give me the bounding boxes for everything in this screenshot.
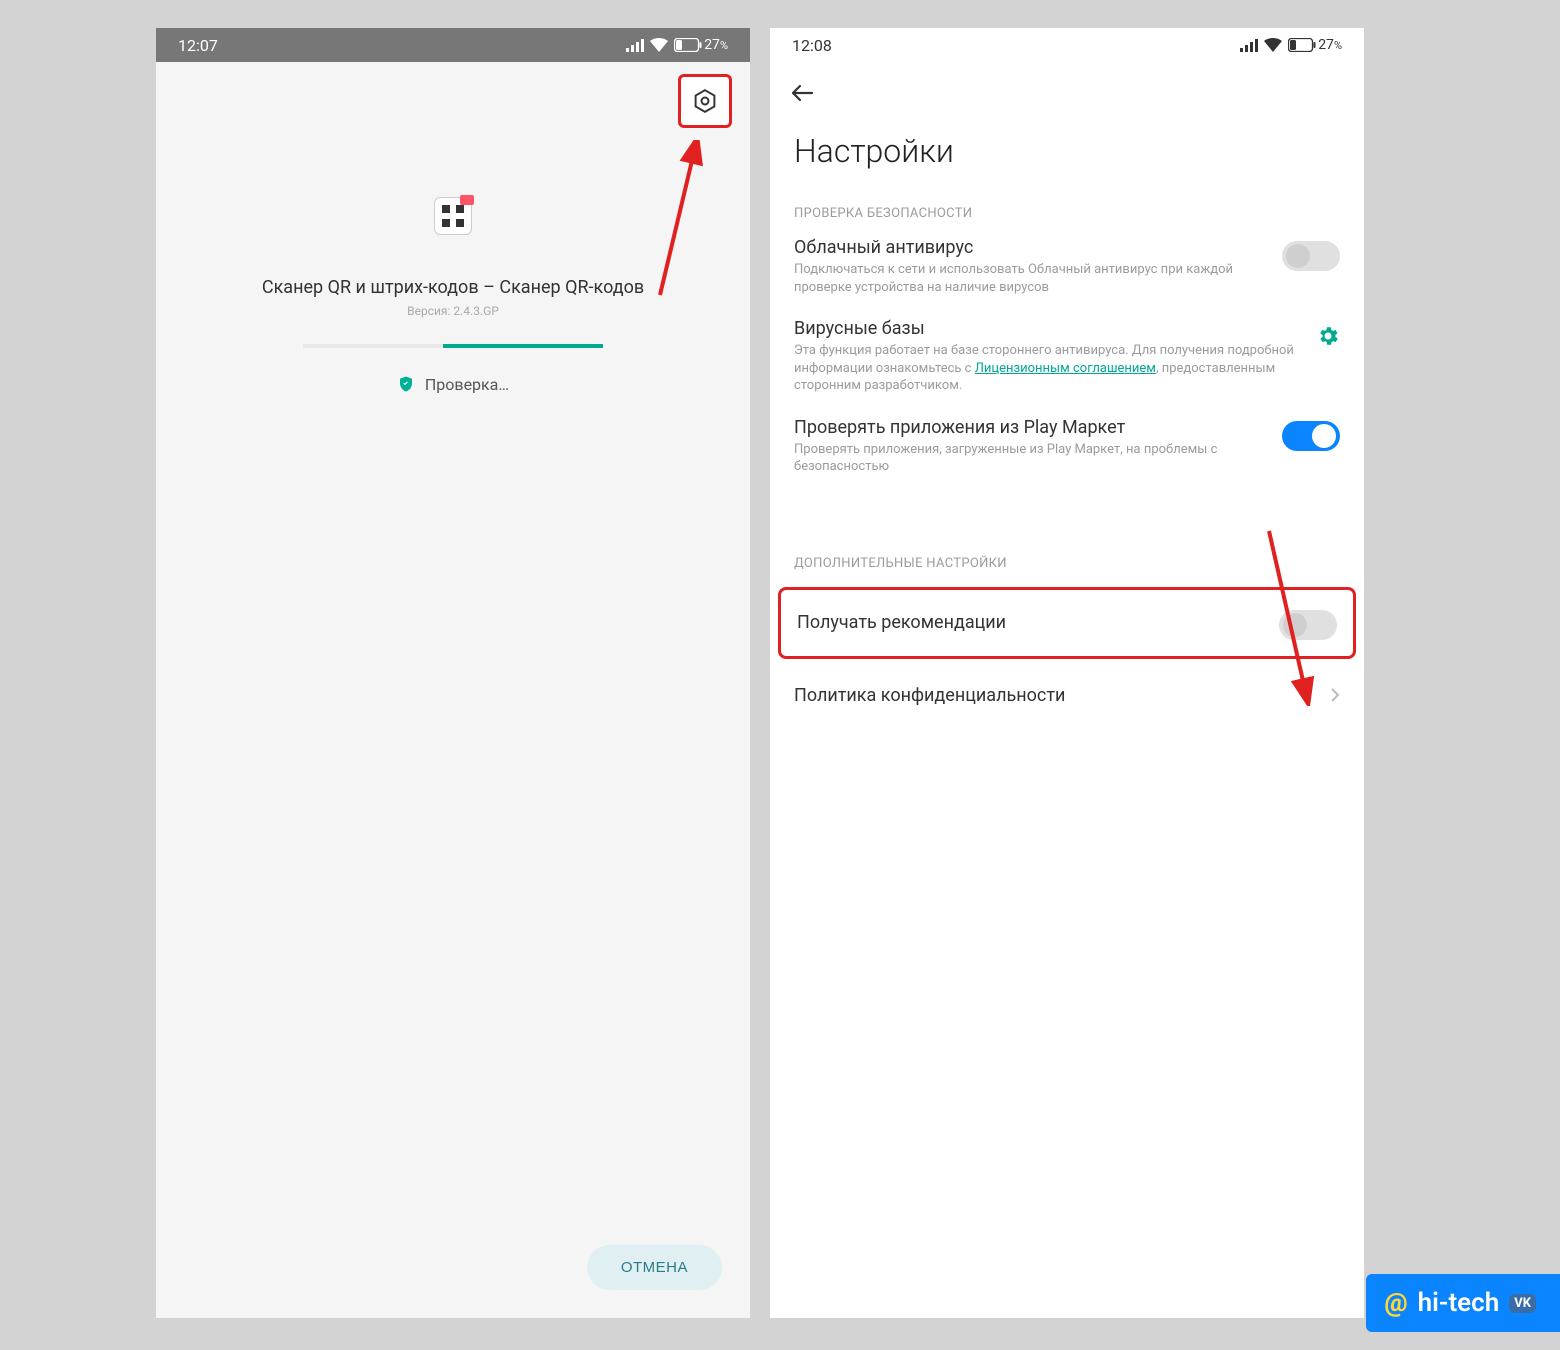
app-info-block: Сканер QR и штрих-кодов – Сканер QR-кодо… (156, 62, 750, 394)
phone-settings: 12:08 27% Настройки ПРОВЕРКА БЕЗОПАСНОСТ (770, 28, 1364, 1318)
vk-badge: VK (1509, 1294, 1536, 1313)
setting-recommendations[interactable]: Получать рекомендации (778, 587, 1356, 659)
toggle-play-market[interactable] (1282, 421, 1340, 451)
setting-sub: Проверять приложения, загруженные из Pla… (794, 441, 1268, 476)
chevron-right-icon (1330, 687, 1340, 707)
at-symbol: @ (1384, 1288, 1407, 1318)
setting-title: Получать рекомендации (797, 612, 1006, 633)
status-bar: 12:07 27% (156, 28, 750, 62)
setting-sub: Эта функция работает на базе стороннего … (794, 342, 1302, 395)
setting-privacy-policy[interactable]: Политика конфиденциальности (770, 669, 1364, 725)
battery-indicator: 27% (674, 37, 728, 53)
settings-button[interactable] (678, 74, 732, 128)
status-icons: 27% (1240, 37, 1342, 53)
wifi-icon (1264, 38, 1282, 52)
watermark: @ hi-tech VK (1366, 1274, 1560, 1332)
arrow-left-icon (790, 84, 814, 102)
wifi-icon (650, 38, 668, 52)
status-bar: 12:08 27% (770, 28, 1364, 62)
setting-cloud-antivirus[interactable]: Облачный антивирус Подключаться к сети и… (770, 237, 1364, 318)
section-additional: ДОПОЛНИТЕЛЬНЫЕ НАСТРОЙКИ (770, 548, 1364, 587)
section-security: ПРОВЕРКА БЕЗОПАСНОСТИ (770, 198, 1364, 237)
gear-icon[interactable] (1316, 324, 1340, 352)
shield-icon (397, 374, 415, 394)
checking-status: Проверка… (397, 374, 509, 394)
gear-hex-icon (692, 88, 718, 114)
status-time: 12:08 (792, 36, 832, 55)
license-link[interactable]: Лицензионным соглашением (975, 361, 1156, 376)
toggle-cloud-antivirus[interactable] (1282, 241, 1340, 271)
qr-code-icon (442, 205, 464, 227)
back-button[interactable] (770, 62, 1364, 114)
app-icon (434, 197, 472, 235)
setting-play-market[interactable]: Проверять приложения из Play Маркет Пров… (770, 417, 1364, 498)
toggle-recommendations[interactable] (1279, 610, 1337, 640)
battery-indicator: 27% (1288, 37, 1342, 53)
setting-title: Облачный антивирус (794, 237, 1268, 258)
scan-progress (303, 344, 603, 348)
status-time: 12:07 (178, 36, 218, 55)
page-title: Настройки (770, 114, 1364, 198)
watermark-text: hi-tech (1418, 1288, 1500, 1318)
setting-sub: Подключаться к сети и использовать Облач… (794, 261, 1268, 296)
setting-title: Политика конфиденциальности (794, 685, 1065, 706)
signal-icon (626, 39, 644, 52)
setting-virus-db[interactable]: Вирусные базы Эта функция работает на ба… (770, 318, 1364, 417)
phone-scanner-check: 12:07 27% (156, 28, 750, 1318)
setting-title: Вирусные базы (794, 318, 1302, 339)
app-version: Версия: 2.4.3.GP (407, 304, 499, 318)
cancel-button[interactable]: ОТМЕНА (587, 1245, 722, 1290)
app-name: Сканер QR и штрих-кодов – Сканер QR-кодо… (262, 277, 644, 298)
status-icons: 27% (626, 37, 728, 53)
signal-icon (1240, 39, 1258, 52)
setting-title: Проверять приложения из Play Маркет (794, 417, 1268, 438)
